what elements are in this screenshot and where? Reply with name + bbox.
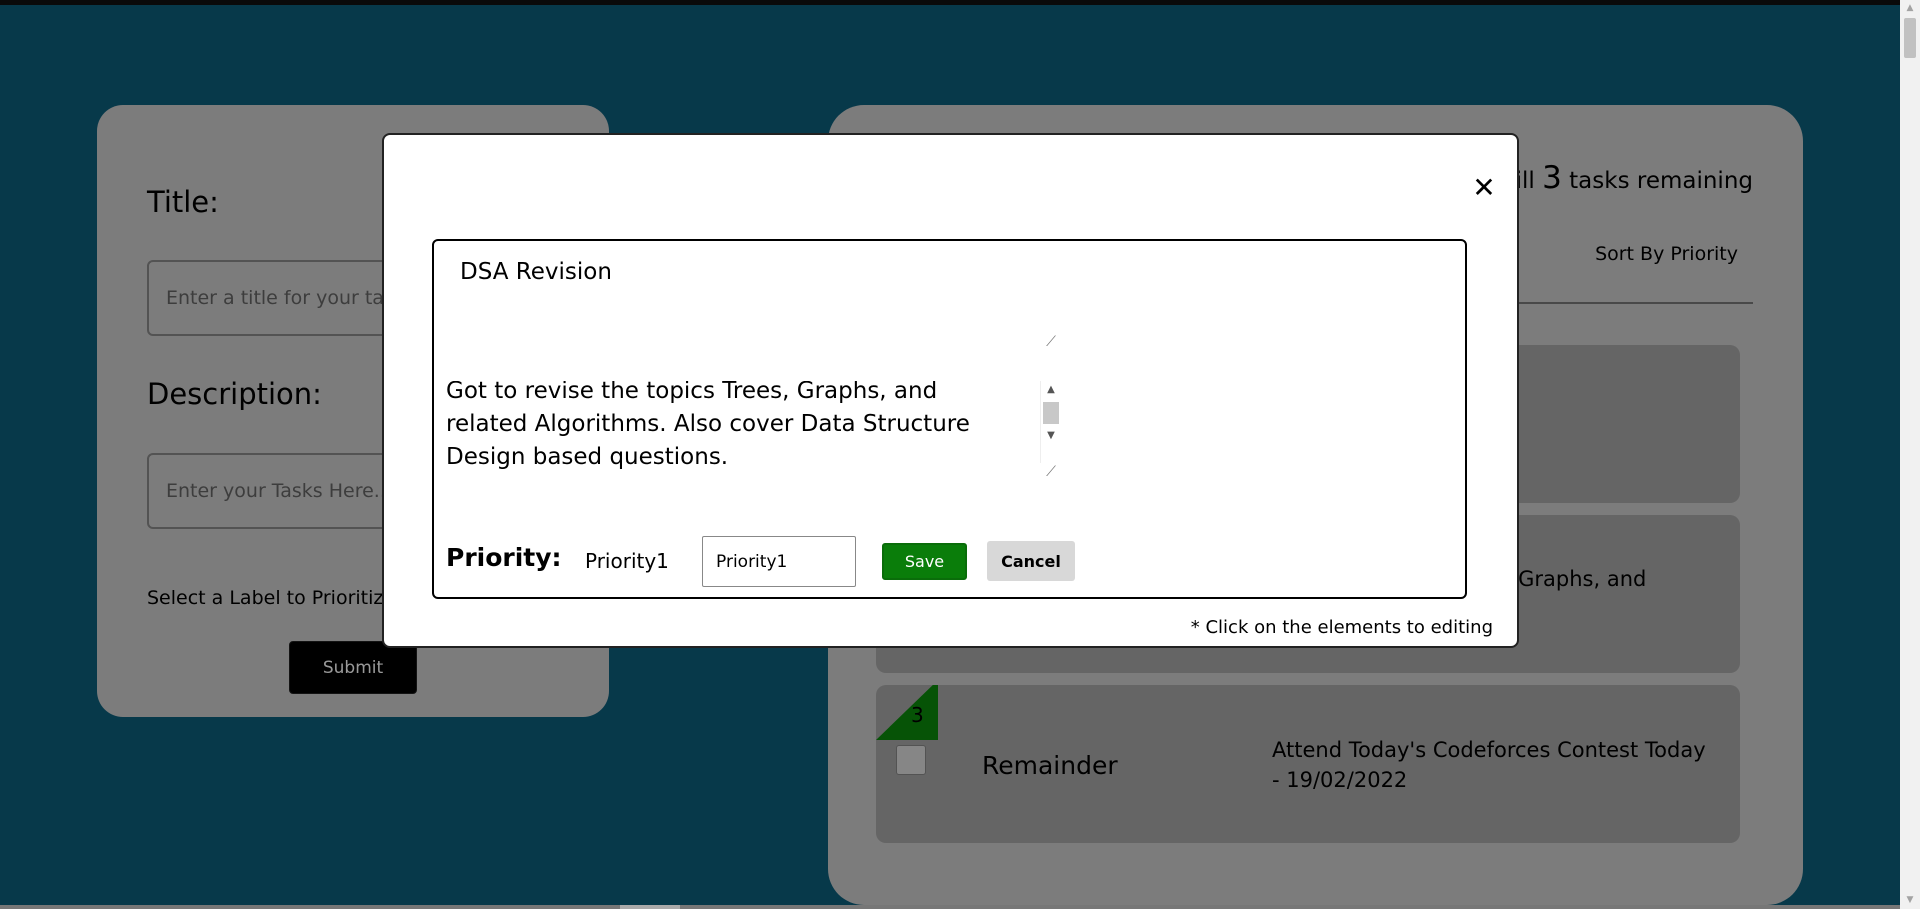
horizontal-scroll-thumb[interactable] <box>620 905 680 909</box>
resize-grip-icon[interactable]: ⟋ <box>1042 463 1060 481</box>
edit-description-textarea[interactable]: Got to revise the topics Trees, Graphs, … <box>434 381 1060 481</box>
priority-row: Priority: Priority1 Priority1 Save Cance… <box>446 536 1146 587</box>
scroll-down-icon[interactable]: ▼ <box>1900 892 1920 909</box>
priority-value[interactable]: Priority1 <box>585 549 669 573</box>
edit-title-textarea[interactable]: DSA Revision ⟋ <box>448 251 1060 351</box>
edit-task-modal: ✕ DSA Revision ⟋ Got to revise the topic… <box>382 133 1519 648</box>
scroll-up-icon[interactable]: ▲ <box>1900 0 1920 17</box>
page-scrollbar[interactable]: ▲ ▼ <box>1900 0 1920 909</box>
edit-hint: * Click on the elements to editing <box>1190 617 1493 638</box>
scroll-down-icon[interactable]: ▼ <box>1041 427 1060 444</box>
priority-label: Priority: <box>446 543 562 572</box>
scroll-thumb[interactable] <box>1043 402 1059 424</box>
edit-description-value: Got to revise the topics Trees, Graphs, … <box>446 381 970 470</box>
cancel-button[interactable]: Cancel <box>987 541 1075 581</box>
close-icon[interactable]: ✕ <box>1469 173 1499 203</box>
priority-input[interactable]: Priority1 <box>702 536 856 587</box>
edit-title-value: DSA Revision <box>460 259 612 285</box>
scroll-up-icon[interactable]: ▲ <box>1041 381 1060 398</box>
save-button[interactable]: Save <box>882 543 967 580</box>
edit-form: DSA Revision ⟋ Got to revise the topics … <box>432 239 1467 599</box>
textarea-scrollbar[interactable]: ▲ ▼ <box>1040 381 1060 463</box>
resize-grip-icon[interactable]: ⟋ <box>1042 333 1060 351</box>
horizontal-scrollbar[interactable] <box>0 905 1900 909</box>
scroll-thumb[interactable] <box>1904 18 1916 58</box>
